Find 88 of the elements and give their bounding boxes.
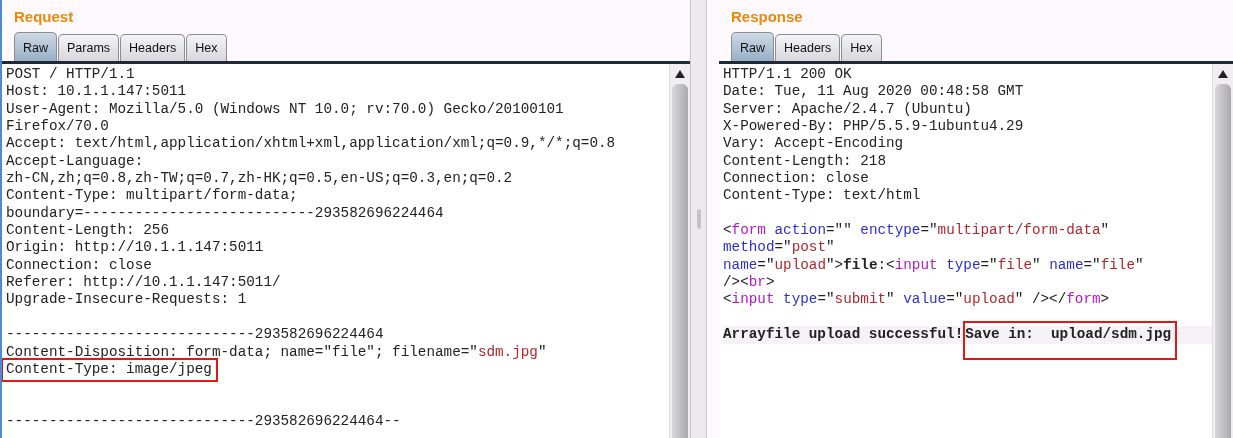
- code-text: type: [945, 256, 981, 273]
- code-text: =": [920, 222, 938, 239]
- code-text: X-Powered-By: PHP/5.5.9-1ubuntu4.29: [723, 118, 1024, 135]
- code-text: Origin: http://10.1.1.147:5011: [6, 239, 264, 256]
- code-text: type: [782, 291, 818, 308]
- highlighted-text: Save in: upload/sdm.jpg: [963, 321, 1178, 360]
- tab[interactable]: Raw: [14, 32, 57, 61]
- tab[interactable]: Raw: [731, 32, 774, 61]
- code-text: name: [1049, 256, 1084, 273]
- code-text: Referer: http://10.1.1.147:5011/: [6, 274, 281, 291]
- code-text: submit: [834, 291, 887, 308]
- tab[interactable]: Params: [58, 34, 120, 61]
- code-text: Accept: text/html,application/xhtml+xml,application/xml;q=0.9,*/*;q=0.8: [6, 135, 616, 152]
- code-text: br: [748, 274, 766, 291]
- scrollbar[interactable]: [1212, 64, 1233, 438]
- code-text: >: [765, 274, 775, 291]
- code-text: name: [723, 256, 758, 273]
- code-text: Content-Type: text/html: [723, 187, 921, 204]
- code-text: ": [1134, 256, 1144, 273]
- scroll-up-icon[interactable]: [675, 70, 685, 78]
- code-text: Content-Disposition: form-data; name="file"; filename=": [6, 343, 478, 360]
- code-text: Content-Length: 218: [723, 152, 886, 169]
- panel-title: Request: [13, 7, 75, 27]
- code-text: upload: [774, 256, 826, 273]
- panel-title: Response: [730, 7, 804, 27]
- code-text: /><: [723, 274, 749, 291]
- code-text: Connection: close: [723, 170, 869, 187]
- code-text: Vary: Accept-Encoding: [723, 135, 904, 152]
- code-text: :<: [877, 256, 895, 273]
- code-text: post: [791, 239, 826, 256]
- code-text: file: [843, 256, 878, 273]
- code-text: form: [731, 222, 766, 239]
- scrollbar-thumb[interactable]: [672, 84, 688, 438]
- code-text: Date: Tue, 11 Aug 2020 00:48:58 GMT: [723, 83, 1024, 100]
- code-text: <: [723, 222, 732, 239]
- tab[interactable]: Headers: [775, 34, 841, 61]
- code-text: upload: [963, 291, 1015, 308]
- code-text: Accept-Language:: [6, 152, 144, 169]
- code-text: method: [723, 239, 775, 256]
- code-text: POST / HTTP/1.1: [6, 66, 135, 82]
- scrollbar[interactable]: [669, 64, 690, 438]
- code-text: =": [980, 256, 998, 273]
- scroll-up-icon[interactable]: [1218, 70, 1228, 78]
- code-text: Upgrade-Insecure-Requests: 1: [6, 291, 247, 308]
- code-text: <: [723, 291, 732, 308]
- code-text: >: [1100, 291, 1110, 308]
- code-text: ": [886, 291, 896, 308]
- code-text: ="": [826, 222, 853, 239]
- code-text: =": [774, 239, 792, 256]
- code-text: Content-Type: multipart/form-data;: [6, 187, 298, 204]
- code-text: Host: 10.1.1.147:5011: [6, 83, 187, 100]
- tab[interactable]: Hex: [186, 34, 227, 61]
- code-text: ": [1031, 256, 1042, 273]
- code-text: Arrayfile upload successful!: [723, 326, 964, 343]
- code-text: file: [1100, 256, 1135, 273]
- code-text: Firefox/70.0: [6, 118, 109, 135]
- code-text: form: [1066, 291, 1101, 308]
- code-text: =": [757, 256, 775, 273]
- code-text: zh-CN,zh;q=0.8,zh-TW;q=0.7,zh-HK;q=0.5,en-US;q=0.3,en;q=0.2: [6, 170, 513, 187]
- code-text: input: [731, 291, 775, 308]
- code-text: action: [773, 222, 826, 239]
- code-text: multipart/form-data: [937, 222, 1101, 239]
- code-text: ": [537, 343, 547, 360]
- code-text: =": [946, 291, 964, 308]
- code-text: =": [1083, 256, 1101, 273]
- code-text: HTTP/1.1 200 OK: [723, 66, 852, 82]
- code-text: =": [817, 291, 835, 308]
- code-text: User-Agent: Mozilla/5.0 (Windows NT 10.0; rv:70.0) Gecko/20100101: [6, 100, 564, 117]
- code-text: ": [826, 239, 835, 256]
- splitter-handle[interactable]: [690, 0, 707, 438]
- code-text: -----------------------------293582696224464: [6, 326, 384, 343]
- code-text: " /></: [1014, 291, 1067, 308]
- code-text: ": [1100, 222, 1110, 239]
- code-text: input: [894, 256, 938, 273]
- scrollbar-thumb[interactable]: [1215, 84, 1231, 438]
- code-text: sdm.jpg: [477, 343, 538, 360]
- tab[interactable]: Hex: [841, 34, 882, 61]
- tab[interactable]: Headers: [120, 34, 186, 61]
- code-text: enctype: [860, 222, 921, 239]
- code-text: -----------------------------293582696224464--: [6, 412, 401, 429]
- code-text: Server: Apache/2.4.7 (Ubuntu): [723, 100, 972, 117]
- code-text: ">: [826, 256, 844, 273]
- code-text: file: [997, 256, 1032, 273]
- code-text: boundary=---------------------------293582696224464: [6, 204, 444, 221]
- code-text: value: [903, 291, 947, 308]
- code-text: Content-Length: 256: [6, 222, 169, 239]
- code-text: Connection: close: [6, 256, 152, 273]
- highlighted-text: Content-Type: image/jpeg: [2, 357, 218, 383]
